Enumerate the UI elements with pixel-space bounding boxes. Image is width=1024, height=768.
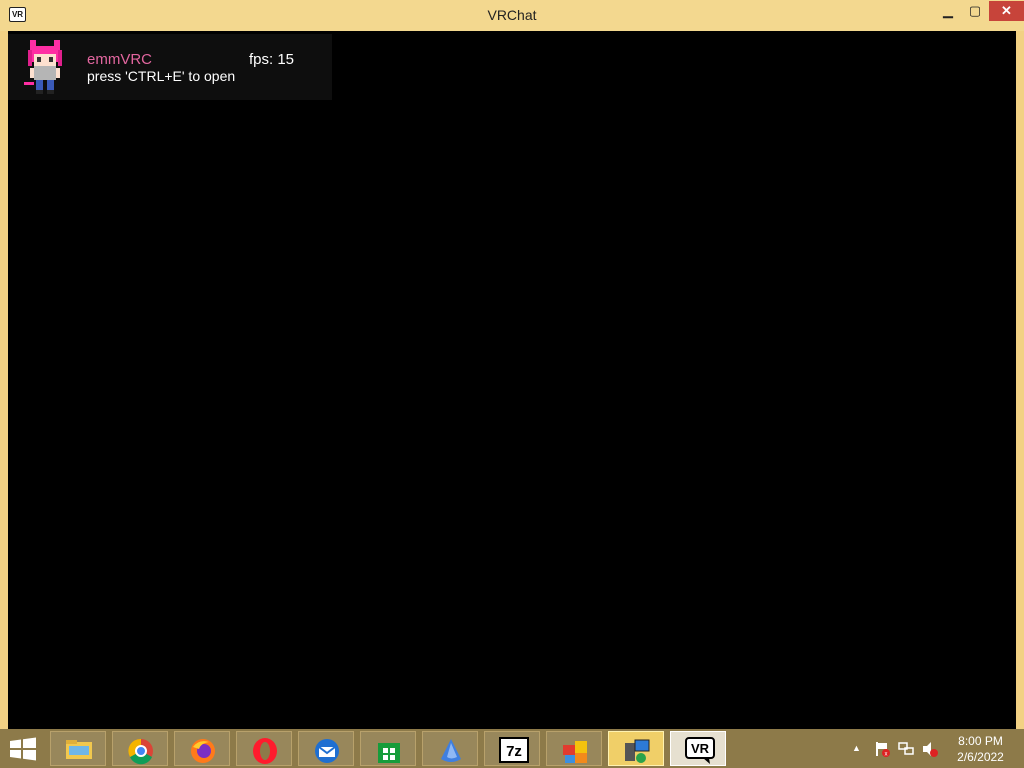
taskbar-opera[interactable]: [236, 731, 292, 766]
drop-icon: [441, 739, 461, 762]
svg-text:7z: 7z: [506, 743, 522, 760]
control-panel-icon: [563, 741, 587, 763]
chrome-icon: [128, 738, 153, 765]
maximize-button[interactable]: ▢: [962, 1, 988, 21]
window-border-right: [1016, 31, 1024, 729]
thunderbird-icon: [315, 739, 339, 763]
taskbar-firefox[interactable]: [174, 731, 230, 766]
store-icon: [378, 743, 400, 763]
fps-counter: fps: 15: [249, 51, 295, 68]
game-viewport[interactable]: [8, 31, 1016, 729]
action-center-flag-icon[interactable]: x: [874, 741, 890, 757]
taskbar-control-panel[interactable]: [546, 731, 602, 766]
svg-text:VR: VR: [691, 741, 710, 756]
firefox-icon: [191, 739, 215, 763]
taskbar: 7z VR ▲ x 8:00 PM 2/6/2022: [0, 729, 1024, 768]
network-app-icon: [625, 739, 650, 763]
clock-time: 8:00 PM: [958, 734, 1003, 748]
window-title: VRChat: [487, 7, 537, 23]
windows-start-icon[interactable]: [8, 737, 38, 761]
vrchat-icon: VR: [685, 737, 715, 764]
clock[interactable]: 8:00 PM 2/6/2022: [948, 733, 1013, 765]
tray-chevron-icon[interactable]: ▲: [852, 743, 861, 753]
file-explorer-icon: [66, 740, 92, 759]
taskbar-network-app[interactable]: [608, 731, 664, 766]
network-icon[interactable]: [898, 741, 914, 757]
clock-date: 2/6/2022: [957, 750, 1004, 764]
mod-name: emmVRC: [87, 51, 153, 68]
open-hint: press 'CTRL+E' to open: [87, 68, 236, 84]
close-button[interactable]: ✕: [989, 1, 1024, 21]
volume-muted-icon[interactable]: [922, 741, 938, 757]
taskbar-7zip[interactable]: 7z: [484, 731, 540, 766]
taskbar-store[interactable]: [360, 731, 416, 766]
taskbar-file-explorer[interactable]: [50, 731, 106, 766]
window-border-left: [0, 31, 8, 729]
avatar-icon: [24, 40, 62, 94]
svg-text:x: x: [885, 752, 888, 758]
taskbar-chrome[interactable]: [112, 731, 168, 766]
emmvrc-overlay: emmVRC fps: 15 press 'CTRL+E' to open: [8, 34, 332, 100]
7zip-icon: 7z: [499, 737, 529, 763]
taskbar-drop-app[interactable]: [422, 731, 478, 766]
opera-icon: [253, 738, 277, 764]
title-bar[interactable]: VR VRChat ▁ ▢ ✕: [0, 0, 1024, 32]
taskbar-vrchat[interactable]: VR: [670, 731, 726, 766]
minimize-button[interactable]: ▁: [935, 1, 961, 21]
taskbar-thunderbird[interactable]: [298, 731, 354, 766]
